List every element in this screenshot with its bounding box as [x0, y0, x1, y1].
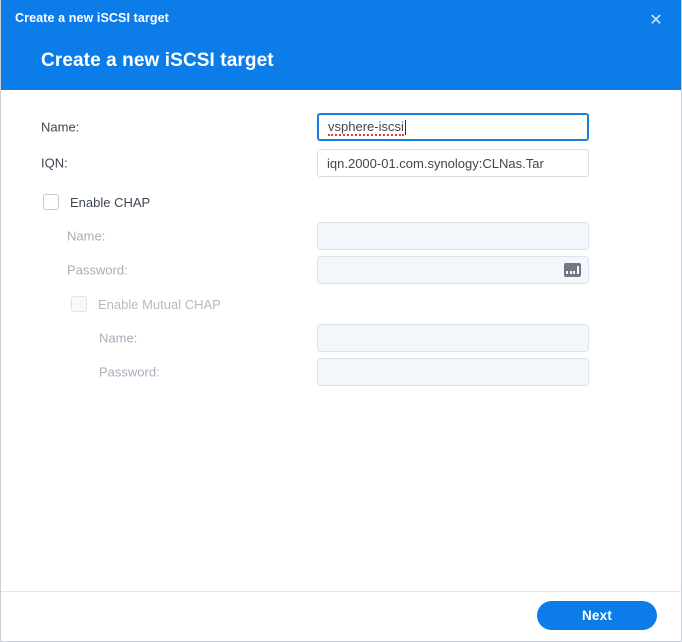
- chap-name-row: Name:: [1, 222, 681, 250]
- enable-mutual-chap-checkbox[interactable]: [71, 296, 87, 312]
- title-bar: Create a new iSCSI target ✕: [1, 0, 681, 38]
- chap-name-label: Name:: [67, 229, 105, 244]
- chap-password-label: Password:: [67, 263, 128, 278]
- chap-password-row: Password:: [1, 256, 681, 284]
- name-label: Name:: [41, 120, 79, 135]
- mutual-name-input[interactable]: [317, 324, 589, 352]
- iqn-row: IQN: iqn.2000-01.com.synology:CLNas.Tar: [1, 149, 681, 177]
- enable-mutual-chap-label: Enable Mutual CHAP: [98, 297, 221, 312]
- enable-chap-checkbox[interactable]: [43, 194, 59, 210]
- page-title: Create a new iSCSI target: [41, 50, 274, 72]
- close-icon[interactable]: ✕: [645, 9, 667, 31]
- mutual-password-row: Password:: [1, 358, 681, 386]
- dialog-header: Create a new iSCSI target ✕ Create a new…: [1, 0, 681, 90]
- iqn-input[interactable]: iqn.2000-01.com.synology:CLNas.Tar: [317, 149, 589, 177]
- enable-chap-label: Enable CHAP: [70, 195, 150, 210]
- name-row: Name: vsphere-iscsi: [1, 113, 681, 141]
- password-generator-icon[interactable]: [564, 263, 581, 277]
- dialog-footer: Next: [1, 591, 681, 641]
- enable-chap-row[interactable]: Enable CHAP: [43, 188, 150, 216]
- chap-password-input[interactable]: [317, 256, 589, 284]
- name-input-value: vsphere-iscsi: [328, 119, 404, 136]
- mutual-name-label: Name:: [99, 331, 137, 346]
- iqn-label: IQN:: [41, 156, 68, 171]
- mutual-password-label: Password:: [99, 365, 160, 380]
- window-title: Create a new iSCSI target: [15, 11, 169, 25]
- mutual-name-row: Name:: [1, 324, 681, 352]
- enable-mutual-chap-row[interactable]: Enable Mutual CHAP: [71, 290, 221, 318]
- name-input[interactable]: vsphere-iscsi: [317, 113, 589, 141]
- chap-name-input[interactable]: [317, 222, 589, 250]
- iqn-input-value: iqn.2000-01.com.synology:CLNas.Tar: [327, 156, 544, 171]
- dialog-body: Name: vsphere-iscsi IQN: iqn.2000-01.com…: [1, 90, 681, 591]
- next-button[interactable]: Next: [537, 601, 657, 630]
- mutual-password-input[interactable]: [317, 358, 589, 386]
- text-caret: [405, 120, 406, 135]
- create-iscsi-target-dialog: Create a new iSCSI target ✕ Create a new…: [0, 0, 682, 642]
